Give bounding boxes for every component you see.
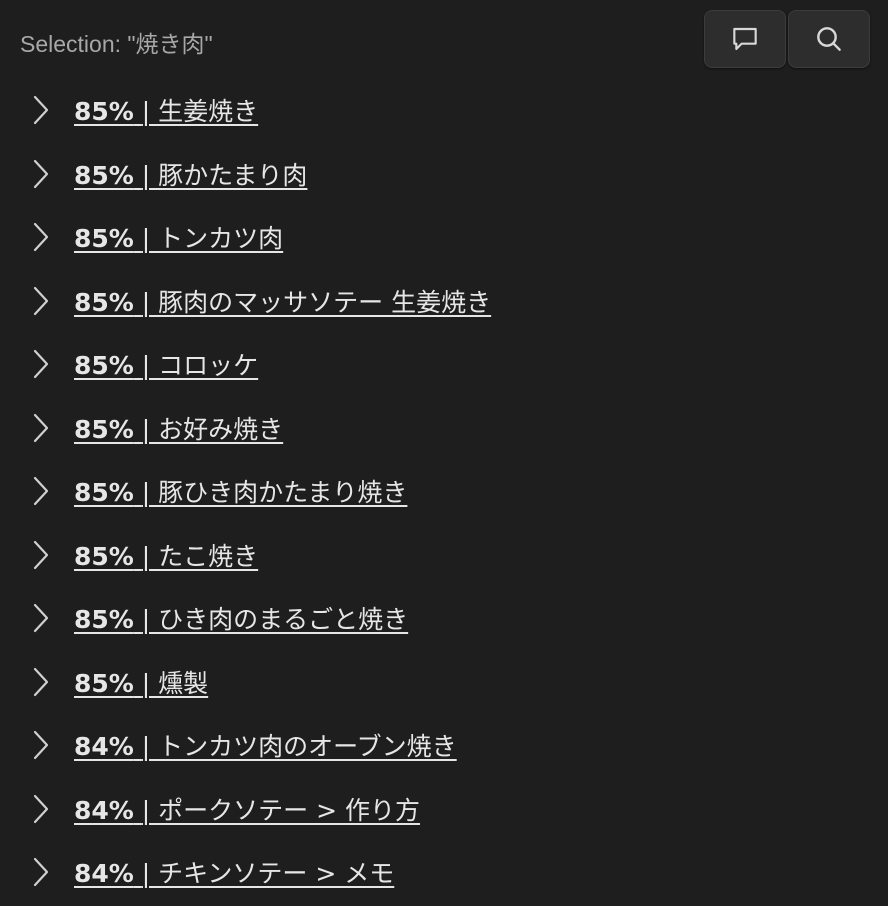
chat-button[interactable] [704,10,786,68]
result-title: | コロッケ [141,351,259,380]
result-title: | 生姜焼き [141,97,259,126]
result-score: 84% [74,795,134,825]
chevron-right-icon[interactable] [30,286,52,316]
chevron-right-icon[interactable] [30,730,52,760]
chevron-right-icon[interactable] [30,95,52,125]
chevron-right-icon[interactable] [30,794,52,824]
result-score: 85% [74,478,134,507]
result-item[interactable]: 84% | トンカツ肉のオーブン焼き [0,715,888,779]
result-link[interactable]: 85% | 燻製 [74,668,208,700]
result-score: 84% [74,732,134,761]
result-item[interactable]: 85% | 豚かたまり肉 [0,144,888,208]
result-link[interactable]: 85% | たこ焼き [74,541,258,573]
result-item[interactable]: 85% | 豚肉のマッサソテー 生姜焼き [0,271,888,335]
search-icon [813,23,845,55]
result-link[interactable]: 85% | お好み焼き [74,414,283,446]
chevron-right-icon[interactable] [30,476,52,506]
chevron-right-icon[interactable] [30,667,52,697]
result-item[interactable]: 85% | 燻製 [0,652,888,716]
header: Selection: "焼き肉" [0,0,888,80]
result-link[interactable]: 85% | ひき肉のまるごと焼き [74,604,408,636]
chevron-right-icon[interactable] [30,413,52,443]
result-score: 85% [74,160,134,190]
message-square-icon [729,23,761,55]
result-title: | トンカツ肉 [141,224,284,253]
result-score: 85% [74,97,134,126]
chevron-right-icon[interactable] [30,159,52,189]
result-item[interactable]: 85% | たこ焼き [0,525,888,589]
result-score: 85% [74,605,134,634]
result-title: | お好み焼き [141,414,284,444]
result-score: 85% [74,224,134,253]
chevron-right-icon[interactable] [30,222,52,252]
result-link[interactable]: 84% | チキンソテー > メモ [74,858,394,890]
result-item[interactable]: 85% | お好み焼き [0,398,888,462]
result-link[interactable]: 85% | コロッケ [74,350,258,382]
result-link[interactable]: 85% | 豚ひき肉かたまり焼き [74,477,407,509]
result-link[interactable]: 84% | トンカツ肉のオーブン焼き [74,731,457,763]
result-item[interactable]: 85% | ひき肉のまるごと焼き [0,588,888,652]
result-title: | トンカツ肉のオーブン焼き [141,732,457,761]
result-score: 85% [74,668,134,698]
result-item[interactable]: 85% | 豚ひき肉かたまり焼き [0,461,888,525]
result-link[interactable]: 85% | トンカツ肉 [74,223,283,255]
result-item[interactable]: 85% | 生姜焼き [0,80,888,144]
result-link[interactable]: 85% | 生姜焼き [74,96,258,128]
result-title: | ポークソテー > 作り方 [141,795,421,825]
result-title: | たこ焼き [141,541,259,571]
chevron-right-icon[interactable] [30,603,52,633]
result-score: 84% [74,859,134,888]
chevron-right-icon[interactable] [30,540,52,570]
result-score: 85% [74,541,134,571]
result-title: | ひき肉のまるごと焼き [141,605,409,634]
result-item[interactable]: 84% | ポークソテー > 作り方 [0,779,888,843]
result-item[interactable]: 84% | チキンソテー > メモ [0,842,888,906]
search-button[interactable] [788,10,870,68]
result-title: | チキンソテー > メモ [141,859,395,888]
result-item[interactable]: 85% | コロッケ [0,334,888,398]
chevron-right-icon[interactable] [30,857,52,887]
result-link[interactable]: 84% | ポークソテー > 作り方 [74,795,420,827]
chevron-right-icon[interactable] [30,349,52,379]
result-link[interactable]: 85% | 豚肉のマッサソテー 生姜焼き [74,287,491,319]
result-title: | 豚肉のマッサソテー 生姜焼き [141,287,492,317]
result-score: 85% [74,351,134,380]
result-title: | 豚かたまり肉 [141,160,308,190]
result-title: | 燻製 [141,668,209,698]
result-score: 85% [74,287,134,317]
result-score: 85% [74,414,134,444]
result-link[interactable]: 85% | 豚かたまり肉 [74,160,307,192]
selection-label: Selection: "焼き肉" [20,31,213,57]
result-title: | 豚ひき肉かたまり焼き [141,478,408,507]
result-item[interactable]: 85% | トンカツ肉 [0,207,888,271]
